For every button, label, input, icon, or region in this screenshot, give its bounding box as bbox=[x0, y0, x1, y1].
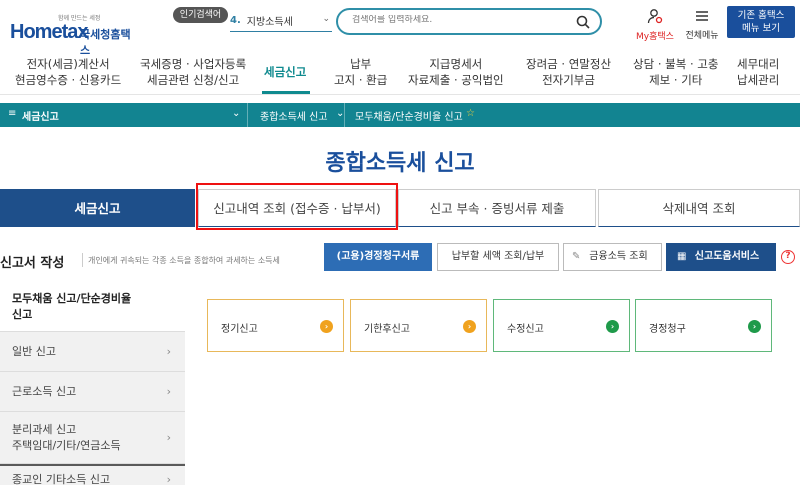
breadcrumb-current[interactable]: 모두채움/단순경비율 신고 bbox=[355, 108, 463, 123]
regular-filing-card[interactable]: 정기신고 › bbox=[207, 299, 344, 352]
tab-deleted-history[interactable]: 삭제내역 조회 bbox=[598, 189, 800, 227]
popular-search-badge: 인기검색어 bbox=[173, 7, 228, 23]
side-item-label: 종교인 기타소득 신고 bbox=[12, 473, 111, 485]
chevron-down-icon[interactable]: ⌄ bbox=[232, 108, 240, 119]
book-icon: ▦ bbox=[677, 251, 687, 262]
correction-claim-card[interactable]: 경정청구 › bbox=[635, 299, 772, 352]
chevron-right-icon: › bbox=[166, 385, 171, 398]
nav-statement[interactable]: 지급명세서자료제출 · 공익법인 bbox=[408, 56, 504, 88]
card-label: 경정청구 bbox=[649, 324, 686, 335]
card-label: 수정신고 bbox=[507, 324, 544, 335]
section-title: 신고서 작성 bbox=[0, 256, 65, 271]
card-label: 정기신고 bbox=[221, 324, 258, 335]
breadcrumb: ≡ 세금신고 ⌄ 종합소득세 신고 ⌄ 모두채움/단순경비율 신고 ☆ bbox=[0, 103, 800, 127]
document-icon: ✎ bbox=[572, 251, 581, 262]
all-menu-button[interactable]: 전체메뉴 bbox=[682, 8, 722, 41]
breadcrumb-section[interactable]: 세금신고 bbox=[22, 108, 59, 123]
search-box[interactable] bbox=[336, 8, 602, 35]
nav-line1: 세금신고 bbox=[264, 65, 307, 79]
nav-tax-agent[interactable]: 세무대리납세관리 bbox=[737, 56, 779, 88]
breadcrumb-sub[interactable]: 종합소득세 신고 bbox=[260, 108, 328, 123]
nav-line1: 전자(세금)계산서 bbox=[26, 57, 110, 71]
tab-attachments[interactable]: 신고 부속 · 증빙서류 제출 bbox=[398, 189, 596, 227]
chevron-right-icon: › bbox=[166, 345, 171, 358]
all-menu-label: 전체메뉴 bbox=[685, 31, 719, 41]
nav-line2: 제보 · 기타 bbox=[649, 73, 703, 87]
chevron-right-icon: › bbox=[166, 473, 171, 485]
tab-tax-filing[interactable]: 세금신고 bbox=[0, 189, 195, 227]
popular-search-term[interactable]: 4. 지방소득세 ⌄ bbox=[230, 10, 332, 32]
late-filing-card[interactable]: 기한후신고 › bbox=[350, 299, 487, 352]
arrow-right-icon: › bbox=[463, 320, 476, 333]
section-separator bbox=[82, 253, 83, 267]
page-title: 종합소득세 신고 bbox=[325, 151, 475, 176]
chevron-down-icon[interactable]: ⌄ bbox=[322, 14, 330, 24]
hometax-logo[interactable]: 함께 만드는 세정 Hometax 국세청홈택스 bbox=[6, 8, 136, 57]
side-item-label: 신고 bbox=[12, 308, 33, 321]
logo-text: Hometax bbox=[10, 21, 88, 43]
main-navigation: 전자(세금)계산서현금영수증 · 신용카드 국세증명 · 사업자등록세금관련 신… bbox=[0, 50, 800, 95]
amended-filing-card[interactable]: 수정신고 › bbox=[493, 299, 630, 352]
nav-line1: 장려금 · 연말정산 bbox=[526, 57, 612, 71]
tax-payment-button[interactable]: 납부할 세액 조회/납부 bbox=[437, 243, 559, 271]
side-item-simple-filing[interactable]: 모두채움 신고/단순경비율 신고 bbox=[0, 284, 185, 332]
nav-line1: 납부 bbox=[350, 57, 372, 71]
nav-line2: 현금영수증 · 신용카드 bbox=[15, 73, 122, 87]
popular-term-label: 지방소득세 bbox=[246, 17, 293, 28]
filing-help-label: 신고도움서비스 bbox=[694, 251, 760, 262]
side-item-general-filing[interactable]: 일반 신고 › bbox=[0, 332, 185, 372]
side-item-label: 모두채움 신고/단순경비율 bbox=[12, 292, 132, 305]
nav-e-invoice[interactable]: 전자(세금)계산서현금영수증 · 신용카드 bbox=[15, 56, 121, 88]
nav-line2: 자료제출 · 공익법인 bbox=[408, 73, 504, 87]
my-hometax-button[interactable]: My홈택스 bbox=[630, 8, 680, 42]
breadcrumb-divider bbox=[344, 103, 345, 127]
nav-line2: 고지 · 환급 bbox=[334, 73, 388, 87]
card-label: 기한후신고 bbox=[364, 324, 410, 335]
nav-line1: 지급명세서 bbox=[429, 57, 483, 71]
nav-tax-filing[interactable]: 세금신고 bbox=[264, 64, 306, 80]
side-item-label: 근로소득 신고 bbox=[12, 385, 77, 398]
arrow-right-icon: › bbox=[606, 320, 619, 333]
side-menu: 모두채움 신고/단순경비율 신고 일반 신고 › 근로소득 신고 › 분리과세 … bbox=[0, 284, 185, 485]
old-home-line2: 메뉴 보기 bbox=[742, 23, 780, 34]
nav-incentive[interactable]: 장려금 · 연말정산전자기부금 bbox=[526, 56, 611, 88]
side-item-label: 일반 신고 bbox=[12, 345, 56, 358]
arrow-right-icon: › bbox=[748, 320, 761, 333]
nav-line2: 전자기부금 bbox=[542, 73, 595, 87]
menu-toggle-icon[interactable]: ≡ bbox=[8, 108, 16, 119]
arrow-right-icon: › bbox=[320, 320, 333, 333]
nav-certificate[interactable]: 국세증명 · 사업자등록세금관련 신청/신고 bbox=[140, 56, 246, 88]
nav-line1: 국세증명 · 사업자등록 bbox=[140, 57, 247, 71]
popular-rank: 4. bbox=[230, 15, 241, 26]
side-item-label: 주택임대/기타/연금소득 bbox=[12, 439, 121, 452]
breadcrumb-divider bbox=[247, 103, 248, 127]
side-item-earned-income[interactable]: 근로소득 신고 › bbox=[0, 372, 185, 412]
nav-payment[interactable]: 납부고지 · 환급 bbox=[334, 56, 387, 88]
filing-help-button[interactable]: ▦ 신고도움서비스 bbox=[666, 243, 776, 271]
help-icon[interactable]: ? bbox=[781, 250, 795, 264]
star-icon[interactable]: ☆ bbox=[466, 108, 475, 119]
nav-line2: 납세관리 bbox=[737, 73, 780, 87]
old-home-line1: 기존 홈택스 bbox=[737, 10, 785, 21]
section-description: 개인에게 귀속되는 각종 소득을 종합하여 과세하는 소득세 bbox=[88, 256, 280, 265]
side-item-separate-taxation[interactable]: 분리과세 신고 주택임대/기타/연금소득 › bbox=[0, 412, 185, 464]
nav-line2: 세금관련 신청/신고 bbox=[147, 73, 240, 87]
search-input[interactable] bbox=[352, 15, 562, 25]
financial-income-button[interactable]: ✎ 금융소득 조회 bbox=[563, 243, 662, 271]
financial-income-label: 금융소득 조회 bbox=[589, 251, 648, 262]
correction-claim-button[interactable]: (고용)경정청구서류 bbox=[324, 243, 432, 271]
nav-line1: 상담 · 불복 · 고충 bbox=[633, 57, 719, 71]
side-item-religious-income[interactable]: 종교인 기타소득 신고 › bbox=[0, 466, 185, 485]
chevron-right-icon: › bbox=[166, 431, 171, 444]
side-item-label: 분리과세 신고 bbox=[12, 423, 77, 436]
highlight-box bbox=[196, 183, 398, 230]
hamburger-icon bbox=[696, 11, 708, 21]
nav-consult[interactable]: 상담 · 불복 · 고충제보 · 기타 bbox=[633, 56, 718, 88]
nav-line1: 세무대리 bbox=[737, 57, 780, 71]
active-nav-underline bbox=[262, 91, 310, 94]
search-icon[interactable] bbox=[576, 15, 590, 29]
old-hometax-button[interactable]: 기존 홈택스 메뉴 보기 bbox=[727, 6, 795, 38]
user-icon bbox=[647, 9, 663, 24]
my-hometax-label: My홈택스 bbox=[636, 32, 674, 42]
